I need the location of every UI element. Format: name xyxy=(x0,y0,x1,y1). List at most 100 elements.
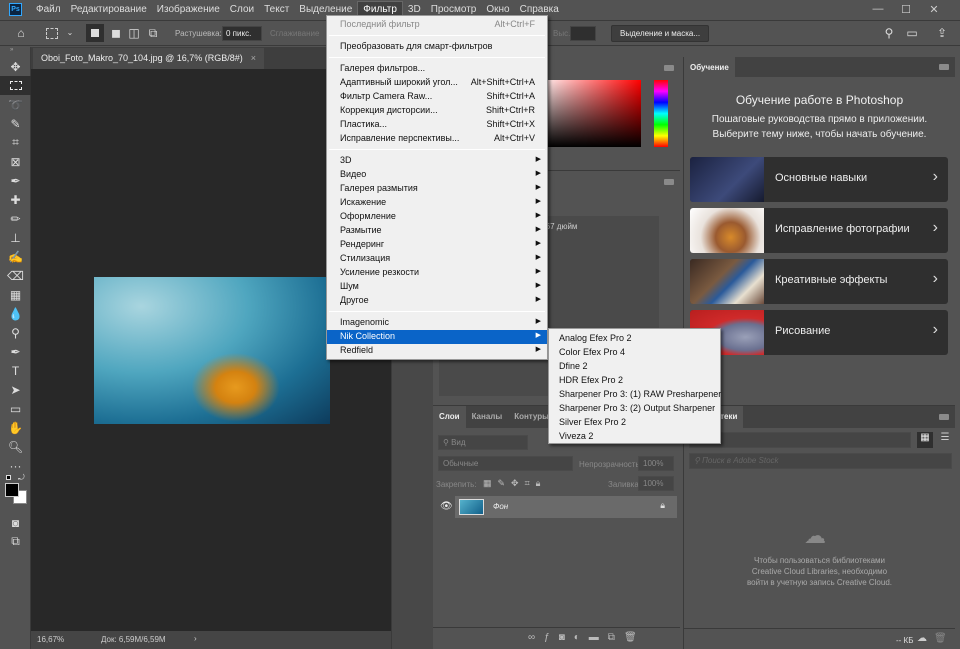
frame-tool-icon[interactable]: ⊠ xyxy=(0,152,31,171)
color-picker-field[interactable] xyxy=(538,80,641,147)
filter-menu-item[interactable]: Фильтр Camera Raw... Shift+Ctrl+A xyxy=(327,90,547,104)
rectangle-tool-icon[interactable]: ▭ xyxy=(0,399,31,418)
blur-tool-icon[interactable]: 💧 xyxy=(0,304,31,323)
zoom-level[interactable]: 16,67% xyxy=(37,635,64,644)
panel-menu-icon[interactable] xyxy=(664,65,674,71)
hue-slider[interactable] xyxy=(654,80,668,147)
lock-icons[interactable]: ▦✎✥⌗🔒︎ xyxy=(483,478,546,489)
filter-menu-item[interactable]: Видео ▶ xyxy=(327,168,547,182)
more-tools-icon[interactable]: ··· xyxy=(0,456,31,475)
link-layers-icon[interactable]: ∞ xyxy=(528,632,544,643)
marquee-tool-icon[interactable] xyxy=(0,76,31,95)
filter-menu-item[interactable]: Рендеринг ▶ xyxy=(327,238,547,252)
menu-type[interactable]: Текст xyxy=(259,2,294,17)
menu-layers[interactable]: Слои xyxy=(225,2,259,17)
hand-tool-icon[interactable]: ✋ xyxy=(0,418,31,437)
healing-tool-icon[interactable]: ✚ xyxy=(0,190,31,209)
learn-card-basics[interactable]: Основные навыки › xyxy=(690,157,948,202)
crop-tool-icon[interactable]: ⌗ xyxy=(0,133,31,152)
menu-image[interactable]: Изображение xyxy=(152,2,225,17)
filter-menu-item[interactable]: Усиление резкости ▶ xyxy=(327,266,547,280)
swap-colors-icon[interactable]: ⤾ xyxy=(18,473,25,483)
fill-input[interactable]: 100% xyxy=(638,476,674,491)
filter-menu-item[interactable]: 3D ▶ xyxy=(327,154,547,168)
search-icon[interactable]: ⚲ xyxy=(882,26,896,40)
filter-menu-item[interactable]: Адаптивный широкий угол... Alt+Shift+Ctrl… xyxy=(327,76,547,90)
learn-card-creative[interactable]: Креативные эффекты › xyxy=(690,259,948,304)
lasso-tool-icon[interactable]: ➰ xyxy=(0,95,31,114)
nik-menu-item[interactable]: Analog Efex Pro 2 xyxy=(549,332,720,346)
nik-menu-item[interactable]: Viveza 2 xyxy=(549,430,720,444)
layer-row[interactable]: Фон 🔒︎ xyxy=(455,496,677,518)
filter-menu-item[interactable]: Преобразовать для смарт-фильтров xyxy=(327,40,547,54)
learn-card-drawing[interactable]: Рисование › xyxy=(690,310,948,355)
nik-menu-item[interactable]: Dfine 2 xyxy=(549,360,720,374)
filter-menu-item[interactable]: Искажение ▶ xyxy=(327,196,547,210)
stock-search-input[interactable]: ⚲ Поиск в Adobe Stock xyxy=(689,453,952,469)
nik-menu-item[interactable]: Sharpener Pro 3: (1) RAW Presharpener xyxy=(549,388,721,402)
layer-filter-select[interactable]: ⚲ Вид xyxy=(438,435,528,450)
pen-tool-icon[interactable]: ✒ xyxy=(0,342,31,361)
add-selection-icon[interactable]: ◼ xyxy=(109,26,123,40)
document-image[interactable] xyxy=(94,277,330,424)
marquee-preset-icon[interactable] xyxy=(46,28,58,39)
filter-menu-item[interactable]: Коррекция дисторсии... Shift+Ctrl+R xyxy=(327,104,547,118)
blend-mode-select[interactable]: Обычные xyxy=(438,456,573,471)
tab-learn[interactable]: Обучение xyxy=(684,57,735,77)
collapse-icon[interactable]: » xyxy=(0,47,30,57)
library-select[interactable] xyxy=(689,432,911,448)
menu-edit[interactable]: Редактирование xyxy=(66,2,152,17)
zoom-tool-icon[interactable]: 🔍︎ xyxy=(0,437,31,456)
filter-menu-item[interactable]: Imagenomic ▶ xyxy=(327,316,547,330)
filter-menu-item[interactable]: Nik Collection ▶ xyxy=(327,330,547,344)
menu-file[interactable]: Файл xyxy=(31,2,66,17)
tab-layers[interactable]: Слои xyxy=(433,406,466,428)
antialias-checkbox[interactable]: Сглаживание xyxy=(270,29,319,38)
intersect-selection-icon[interactable]: ⧉ xyxy=(146,26,160,40)
select-and-mask-button[interactable]: Выделение и маска... xyxy=(611,25,710,42)
filter-menu-item[interactable]: Исправление перспективы... Alt+Ctrl+V xyxy=(327,132,547,146)
share-icon[interactable]: ⇪ xyxy=(935,26,949,40)
list-view-icon[interactable]: ☰ xyxy=(937,432,953,448)
move-tool-icon[interactable]: ✥ xyxy=(0,57,31,76)
new-group-icon[interactable]: ▬ xyxy=(589,632,608,643)
default-colors-icon[interactable] xyxy=(6,475,11,480)
history-brush-tool-icon[interactable]: ✍ xyxy=(0,247,31,266)
panel-menu-icon[interactable] xyxy=(939,64,949,70)
close-tab-icon[interactable]: × xyxy=(251,53,256,63)
learn-card-photo-fix[interactable]: Исправление фотографии › xyxy=(690,208,948,253)
fx-icon[interactable]: ƒ xyxy=(544,632,559,643)
new-selection-icon[interactable] xyxy=(86,24,104,42)
foreground-color-swatch[interactable] xyxy=(5,483,19,497)
panel-menu-icon[interactable] xyxy=(664,179,674,185)
filter-menu-item[interactable]: Стилизация ▶ xyxy=(327,252,547,266)
adjustment-layer-icon[interactable]: ◐ xyxy=(574,632,589,643)
subtract-selection-icon[interactable]: ◫ xyxy=(127,26,141,40)
gradient-tool-icon[interactable]: ▦ xyxy=(0,285,31,304)
delete-icon[interactable]: 🗑︎ xyxy=(934,633,947,644)
delete-layer-icon[interactable]: 🗑︎ xyxy=(624,632,646,643)
status-menu-arrow[interactable]: › xyxy=(194,634,197,643)
filter-menu-item[interactable]: Redfield ▶ xyxy=(327,344,547,358)
tab-channels[interactable]: Каналы xyxy=(466,406,509,428)
home-icon[interactable]: ⌂ xyxy=(14,26,28,40)
grid-view-icon[interactable]: ▦ xyxy=(917,432,933,448)
feather-input[interactable]: 0 пикс. xyxy=(222,26,262,41)
screen-mode-icon[interactable]: ⧉ xyxy=(0,532,31,551)
brush-tool-icon[interactable]: ✏ xyxy=(0,209,31,228)
nik-menu-item[interactable]: HDR Efex Pro 2 xyxy=(549,374,720,388)
close-button[interactable]: ✕ xyxy=(920,0,948,18)
workspace-icon[interactable]: ▭ xyxy=(905,26,919,40)
quick-select-tool-icon[interactable]: ✎ xyxy=(0,114,31,133)
nik-menu-item[interactable]: Color Efex Pro 4 xyxy=(549,346,720,360)
path-select-tool-icon[interactable]: ➤ xyxy=(0,380,31,399)
eyedropper-tool-icon[interactable]: ✒ xyxy=(0,171,31,190)
filter-menu-item[interactable]: Другое ▶ xyxy=(327,294,547,308)
type-tool-icon[interactable]: T xyxy=(0,361,31,380)
panel-menu-icon[interactable] xyxy=(939,414,949,420)
filter-menu-item[interactable]: Оформление ▶ xyxy=(327,210,547,224)
height-input[interactable] xyxy=(570,26,596,41)
opacity-input[interactable]: 100% xyxy=(638,456,674,471)
filter-menu-item[interactable]: Шум ▶ xyxy=(327,280,547,294)
filter-menu-item[interactable]: Пластика... Shift+Ctrl+X xyxy=(327,118,547,132)
